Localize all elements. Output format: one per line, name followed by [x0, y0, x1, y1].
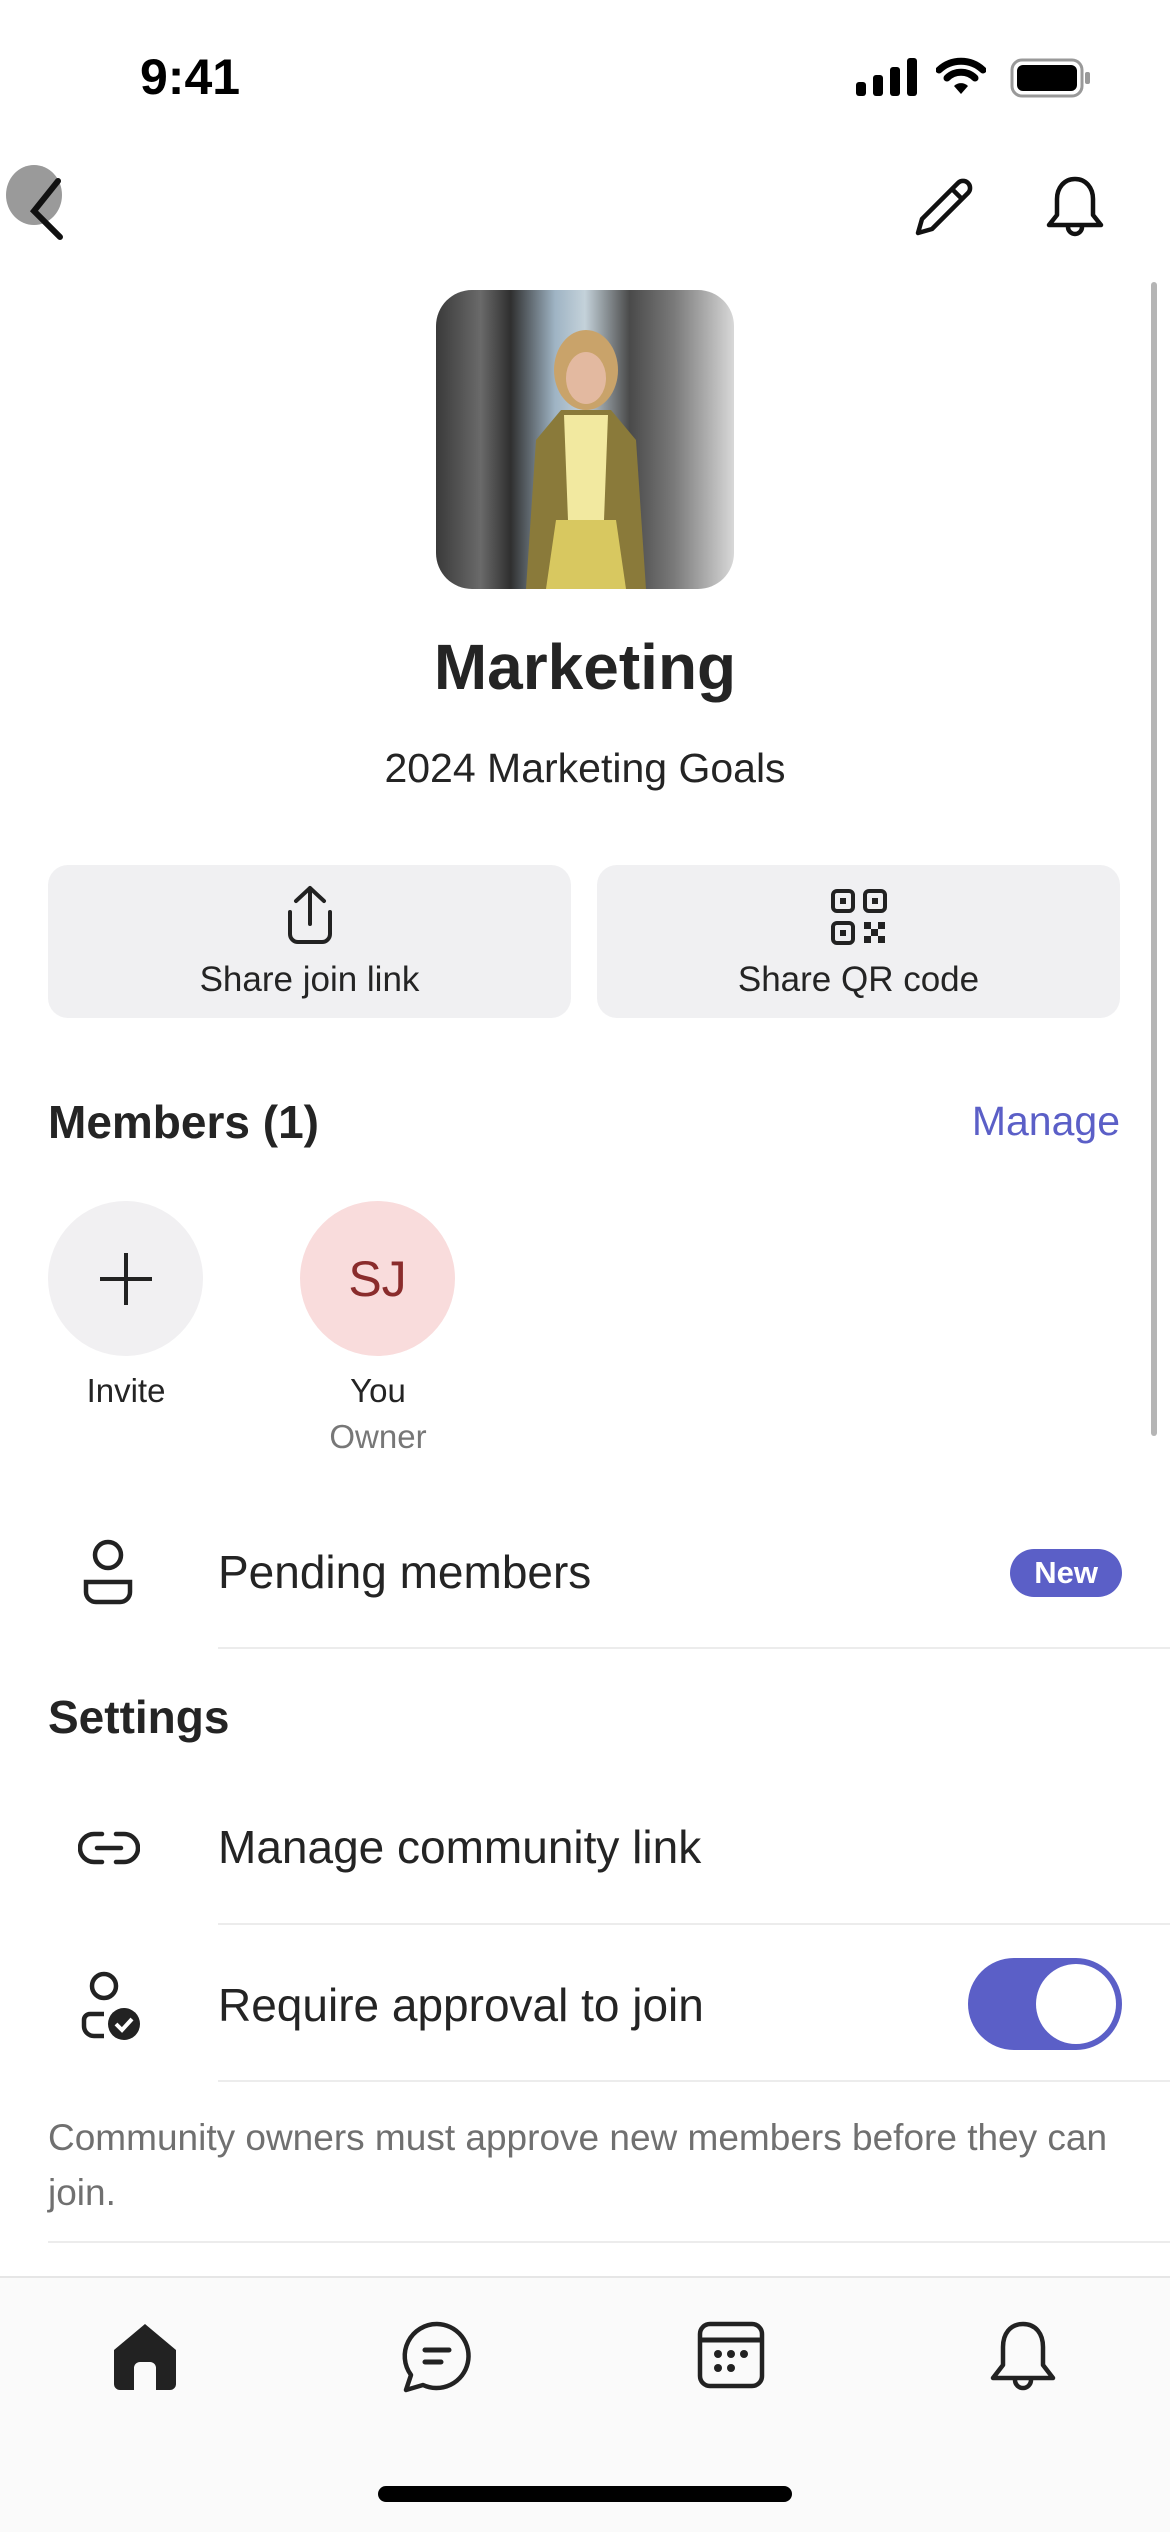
- wifi-icon: [936, 56, 986, 96]
- member-initials: SJ: [348, 1250, 407, 1307]
- community-image[interactable]: [436, 290, 734, 589]
- scrollbar[interactable]: [1151, 282, 1157, 1436]
- community-description: 2024 Marketing Goals: [384, 745, 786, 791]
- link-icon: [78, 1830, 140, 1866]
- divider: [218, 2080, 1170, 2082]
- edit-button[interactable]: [910, 175, 976, 241]
- tab-chat[interactable]: [400, 2320, 480, 2400]
- plus-icon: [98, 1251, 154, 1307]
- invite-button[interactable]: [48, 1201, 203, 1356]
- tab-calendar[interactable]: [696, 2320, 776, 2400]
- require-approval-label: Require approval to join: [218, 1979, 704, 2031]
- signal-icon: [856, 58, 918, 96]
- home-indicator: [378, 2486, 792, 2502]
- share-join-link-button[interactable]: Share join link: [48, 865, 571, 1018]
- person-icon: [80, 1538, 136, 1608]
- share-join-link-label: Share join link: [199, 960, 420, 999]
- require-approval-toggle[interactable]: [968, 1958, 1122, 2050]
- members-title: Members (1): [48, 1096, 319, 1148]
- tab-home[interactable]: [110, 2320, 190, 2400]
- battery-icon: [1010, 58, 1094, 98]
- share-qr-code-label: Share QR code: [737, 960, 980, 999]
- invite-label: Invite: [86, 1372, 166, 1409]
- status-time: 9:41: [140, 49, 241, 105]
- qr-code-icon: [830, 888, 888, 946]
- member-role: Owner: [329, 1418, 427, 1455]
- member-name: You: [350, 1372, 406, 1409]
- back-button[interactable]: [6, 165, 66, 245]
- toggle-knob: [1036, 1964, 1116, 2044]
- notifications-button[interactable]: [1044, 175, 1106, 241]
- pending-members-label: Pending members: [218, 1546, 592, 1598]
- member-avatar[interactable]: SJ: [300, 1201, 455, 1356]
- community-name: Marketing: [433, 631, 737, 703]
- share-icon: [280, 884, 340, 946]
- divider: [48, 2241, 1170, 2243]
- divider: [218, 1647, 1170, 1649]
- approval-description: Community owners must approve new member…: [48, 2117, 1108, 2213]
- new-badge: New: [1010, 1549, 1122, 1597]
- manage-members-link[interactable]: Manage: [972, 1098, 1120, 1145]
- tab-activity[interactable]: [988, 2320, 1068, 2400]
- manage-community-link-label: Manage community link: [218, 1821, 702, 1873]
- divider: [218, 1923, 1170, 1925]
- settings-title: Settings: [48, 1691, 230, 1743]
- person-check-icon: [78, 1970, 142, 2042]
- share-qr-code-button[interactable]: Share QR code: [597, 865, 1120, 1018]
